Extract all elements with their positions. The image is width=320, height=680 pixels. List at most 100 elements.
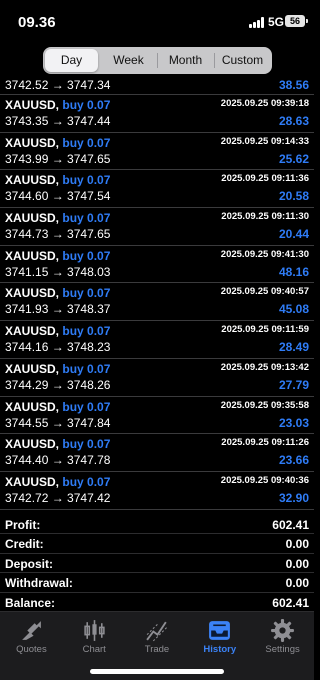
deal-profit: 20.58 — [278, 189, 309, 204]
battery-icon: 56 — [285, 15, 308, 27]
deal-row[interactable]: XAUUSD, buy 0.07 2025.09.25 09:13:42 3744.… — [0, 359, 314, 397]
summary-deposit: Deposit: 0.00 — [0, 554, 314, 574]
deal-time: 2025.09.25 09:40:57 — [220, 286, 309, 298]
deal-prices: 3742.52 → 3747.34 — [5, 78, 111, 92]
deal-symbol-name: XAUUSD, — [5, 173, 60, 188]
summary-credit: Credit: 0.00 — [0, 534, 314, 554]
deal-symbol: XAUUSD, buy 0.07 — [5, 286, 110, 300]
deal-prices: 3744.29 → 3748.26 — [5, 377, 111, 392]
deal-symbol: XAUUSD, buy 0.07 — [5, 324, 110, 338]
deal-row[interactable]: XAUUSD, buy 0.07 2025.09.25 09:11:26 3744.… — [0, 434, 314, 472]
deal-type: buy 0.07 — [62, 399, 111, 414]
deal-row[interactable]: XAUUSD, buy 0.07 2025.09.25 09:40:57 3741.… — [0, 283, 314, 322]
deal-symbol: XAUUSD, buy 0.07 — [5, 437, 110, 451]
deal-symbol-name: XAUUSD, — [5, 474, 60, 489]
deal-profit: 28.49 — [278, 340, 309, 355]
deal-profit: 27.79 — [278, 377, 309, 392]
tab-custom[interactable]: Custom — [215, 49, 270, 72]
status-bar: 09.36 5G 56 — [0, 0, 314, 42]
summary-profit: Profit: 602.41 — [0, 515, 314, 535]
deal-profit: 32.90 — [278, 490, 309, 505]
deal-symbol-name: XAUUSD, — [5, 324, 60, 339]
trade-line-icon — [145, 621, 168, 642]
summary-label: Deposit: — [5, 556, 53, 571]
deal-symbol-name: XAUUSD, — [5, 211, 60, 226]
deal-symbol-name: XAUUSD, — [5, 248, 60, 263]
inbox-tray-icon — [209, 621, 231, 640]
summary-balance: Balance: 602.41 — [0, 593, 314, 612]
deal-row[interactable]: XAUUSD, buy 0.07 2025.09.25 09:14:33 3743.… — [0, 133, 314, 171]
deal-time: 2025.09.25 09:39:18 — [220, 98, 309, 109]
tab-month[interactable]: Month — [158, 49, 213, 72]
tab-chart[interactable]: Chart — [63, 612, 126, 662]
deal-type: buy 0.07 — [62, 248, 111, 263]
deal-symbol-name: XAUUSD, — [5, 361, 60, 376]
tab-settings[interactable]: Settings — [251, 612, 314, 662]
deal-profit: 23.03 — [278, 415, 309, 430]
deal-prices: 3743.99 → 3747.65 — [5, 151, 111, 166]
deal-profit: 48.16 — [278, 264, 309, 279]
deal-row[interactable]: XAUUSD, buy 0.07 2025.09.25 09:41:30 3741.… — [0, 246, 314, 284]
deal-row-partial[interactable]: 3742.52 → 3747.34 38.56 — [0, 75, 314, 95]
deal-row[interactable]: XAUUSD, buy 0.07 2025.09.25 09:39:18 3743.… — [0, 95, 314, 133]
deal-row[interactable]: XAUUSD, buy 0.07 2025.09.25 09:40:36 3742.… — [0, 472, 314, 510]
tab-day[interactable]: Day — [45, 49, 98, 72]
deal-type: buy 0.07 — [62, 98, 111, 112]
deal-prices: 3744.40 → 3747.78 — [5, 453, 111, 468]
summary-value: 602.41 — [272, 518, 309, 532]
deal-time: 2025.09.25 09:35:58 — [220, 399, 309, 411]
deal-time: 2025.09.25 09:11:36 — [221, 173, 309, 185]
deal-row[interactable]: XAUUSD, buy 0.07 2025.09.25 09:11:36 3744.… — [0, 170, 314, 209]
deal-symbol-name: XAUUSD, — [5, 437, 60, 452]
deal-time: 2025.09.25 09:14:33 — [220, 135, 309, 147]
tab-week[interactable]: Week — [101, 49, 156, 72]
deal-symbol: XAUUSD, buy 0.07 — [5, 136, 110, 150]
tab-label: Quotes — [16, 644, 47, 655]
deal-time: 2025.09.25 09:41:30 — [220, 248, 309, 260]
tab-label: Chart — [82, 644, 106, 655]
deal-prices: 3744.60 → 3747.54 — [5, 189, 111, 204]
deal-row[interactable]: XAUUSD, buy 0.07 2025.09.25 09:11:59 3744.… — [0, 321, 314, 359]
deal-type: buy 0.07 — [62, 211, 111, 226]
deal-type: buy 0.07 — [62, 437, 111, 452]
deal-prices: 3744.55 → 3747.84 — [5, 415, 111, 430]
summary-withdrawal: Withdrawal: 0.00 — [0, 573, 314, 593]
deal-row[interactable]: XAUUSD, buy 0.07 2025.09.25 09:35:58 3744.… — [0, 397, 314, 435]
account-summary: Profit: 602.41 Credit: 0.00 Deposit: 0.0… — [0, 515, 314, 612]
deal-prices: 3744.73 → 3747.65 — [5, 227, 111, 242]
deal-time: 2025.09.25 09:11:26 — [221, 437, 309, 449]
deal-symbol-name: XAUUSD, — [5, 399, 60, 414]
deal-symbol: XAUUSD, buy 0.07 — [5, 475, 110, 489]
deal-time: 2025.09.25 09:11:59 — [221, 324, 309, 336]
deal-type: buy 0.07 — [62, 474, 111, 489]
deal-symbol-name: XAUUSD, — [5, 286, 60, 301]
tab-quotes[interactable]: Quotes — [0, 612, 63, 662]
deal-symbol-name: XAUUSD, — [5, 135, 60, 150]
summary-label: Credit: — [5, 537, 44, 552]
network-type: 5G — [268, 15, 285, 29]
summary-label: Profit: — [5, 518, 41, 532]
quotes-icon — [22, 621, 41, 640]
tab-label: Trade — [144, 644, 170, 655]
deal-row[interactable]: XAUUSD, buy 0.07 2025.09.25 09:11:30 3744.… — [0, 208, 314, 246]
tab-trade[interactable]: Trade — [126, 612, 189, 662]
deal-type: buy 0.07 — [62, 324, 111, 339]
period-segmented-control: Day Week Month Custom — [43, 47, 272, 74]
deal-prices: 3741.15 → 3748.03 — [5, 264, 111, 279]
deal-type: buy 0.07 — [62, 173, 111, 188]
summary-value: 0.00 — [285, 576, 309, 591]
deal-profit: 38.56 — [278, 78, 309, 92]
summary-label: Withdrawal: — [5, 576, 73, 591]
deal-symbol: XAUUSD, buy 0.07 — [5, 98, 110, 112]
deal-symbol: XAUUSD, buy 0.07 — [5, 211, 110, 225]
status-time: 09.36 — [18, 14, 56, 31]
tab-history[interactable]: History — [188, 612, 251, 662]
deal-type: buy 0.07 — [62, 286, 111, 301]
deal-symbol: XAUUSD, buy 0.07 — [5, 362, 110, 376]
deal-symbol: XAUUSD, buy 0.07 — [5, 249, 110, 263]
gear-icon — [271, 619, 295, 642]
deals-list: 3742.52 → 3747.34 38.56 XAUUSD, buy 0.07… — [0, 75, 314, 510]
deal-time: 2025.09.25 09:40:36 — [220, 474, 309, 486]
deal-symbol: XAUUSD, buy 0.07 — [5, 400, 110, 414]
deal-profit: 23.66 — [278, 453, 309, 468]
